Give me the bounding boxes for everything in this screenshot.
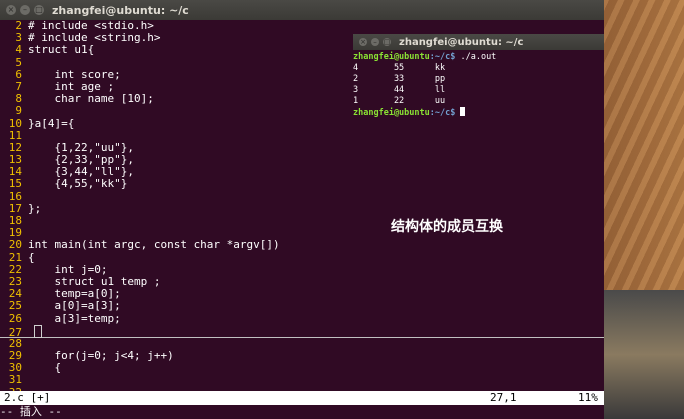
window-titlebar[interactable]: × – □ zhangfei@ubuntu: ~/c xyxy=(353,34,604,50)
minimize-icon[interactable]: – xyxy=(20,5,30,15)
code-text: }a[4]={ xyxy=(28,116,75,130)
code-line: 29 for(j=0; j<4; j++) xyxy=(0,349,604,362)
code-text: a[3]=temp; xyxy=(28,311,121,325)
window-titlebar[interactable]: × – □ zhangfei@ubuntu: ~/c xyxy=(0,0,604,20)
vim-mode: -- 插入 -- xyxy=(0,405,62,418)
line-number: 26 xyxy=(8,311,22,325)
status-cursor-position: 27,1 xyxy=(490,391,517,404)
code-text: { xyxy=(28,250,35,264)
output-line: 4 55 kk xyxy=(353,63,446,73)
caption-text: 结构体的成员互换 xyxy=(391,219,503,235)
code-line: 31 xyxy=(0,374,604,386)
output-terminal-window[interactable]: × – □ zhangfei@ubuntu: ~/c zhangfei@ubun… xyxy=(353,34,604,290)
status-filename: 2.c [+] xyxy=(4,391,51,404)
line-number: 15 xyxy=(8,177,22,191)
terminal-cursor xyxy=(460,107,466,116)
line-number: 10 xyxy=(8,116,22,130)
code-line: 27 xyxy=(0,324,604,338)
line-number: 25 xyxy=(8,299,22,313)
desktop-wallpaper-detail xyxy=(602,290,684,419)
line-number: 4 xyxy=(15,43,22,57)
window-title: zhangfei@ubuntu: ~/c xyxy=(399,36,524,48)
code-text: int main(int argc, const char *argv[]) xyxy=(28,238,280,252)
line-number: 9 xyxy=(15,104,22,118)
code-line: 26 a[3]=temp; xyxy=(0,311,604,325)
maximize-icon[interactable]: □ xyxy=(34,5,44,15)
terminal-output[interactable]: zhangfei@ubuntu:~/c$ ./a.out 4 55 kk 2 33… xyxy=(353,50,604,290)
line-number: 31 xyxy=(8,373,22,387)
status-percent: 11% xyxy=(578,391,598,404)
code-text: { xyxy=(28,361,62,375)
code-line: 30 { xyxy=(0,362,604,374)
code-text: a[0]=a[3]; xyxy=(28,299,121,313)
close-icon[interactable]: × xyxy=(6,5,16,15)
minimize-icon[interactable]: – xyxy=(371,38,379,46)
vim-status-bar: 2.c [+] 27,1 11% xyxy=(0,391,604,405)
command-line: zhangfei@ubuntu:~/c$ ./a.out xyxy=(353,52,497,62)
maximize-icon[interactable]: □ xyxy=(383,38,391,46)
output-line: 1 22 uu xyxy=(353,96,446,106)
code-text: struct u1{ xyxy=(28,43,95,57)
line-number: 20 xyxy=(8,238,22,252)
window-title: zhangfei@ubuntu: ~/c xyxy=(52,3,189,17)
line-number: 5 xyxy=(15,55,22,69)
code-text: char name [10]; xyxy=(28,92,154,106)
code-line: 25 a[0]=a[3]; xyxy=(0,300,604,312)
active-prompt-line[interactable]: zhangfei@ubuntu:~/c$ xyxy=(353,107,604,118)
code-text: }; xyxy=(28,201,42,215)
output-line: 3 44 ll xyxy=(353,85,446,95)
line-number: 21 xyxy=(8,250,22,264)
line-number: 16 xyxy=(8,189,22,203)
vim-mode-line: -- 插入 -- xyxy=(0,405,604,419)
editor-cursor xyxy=(34,324,42,338)
output-line: 2 33 pp xyxy=(353,74,446,84)
code-text: {4,55,"kk"} xyxy=(28,177,128,191)
close-icon[interactable]: × xyxy=(359,38,367,46)
